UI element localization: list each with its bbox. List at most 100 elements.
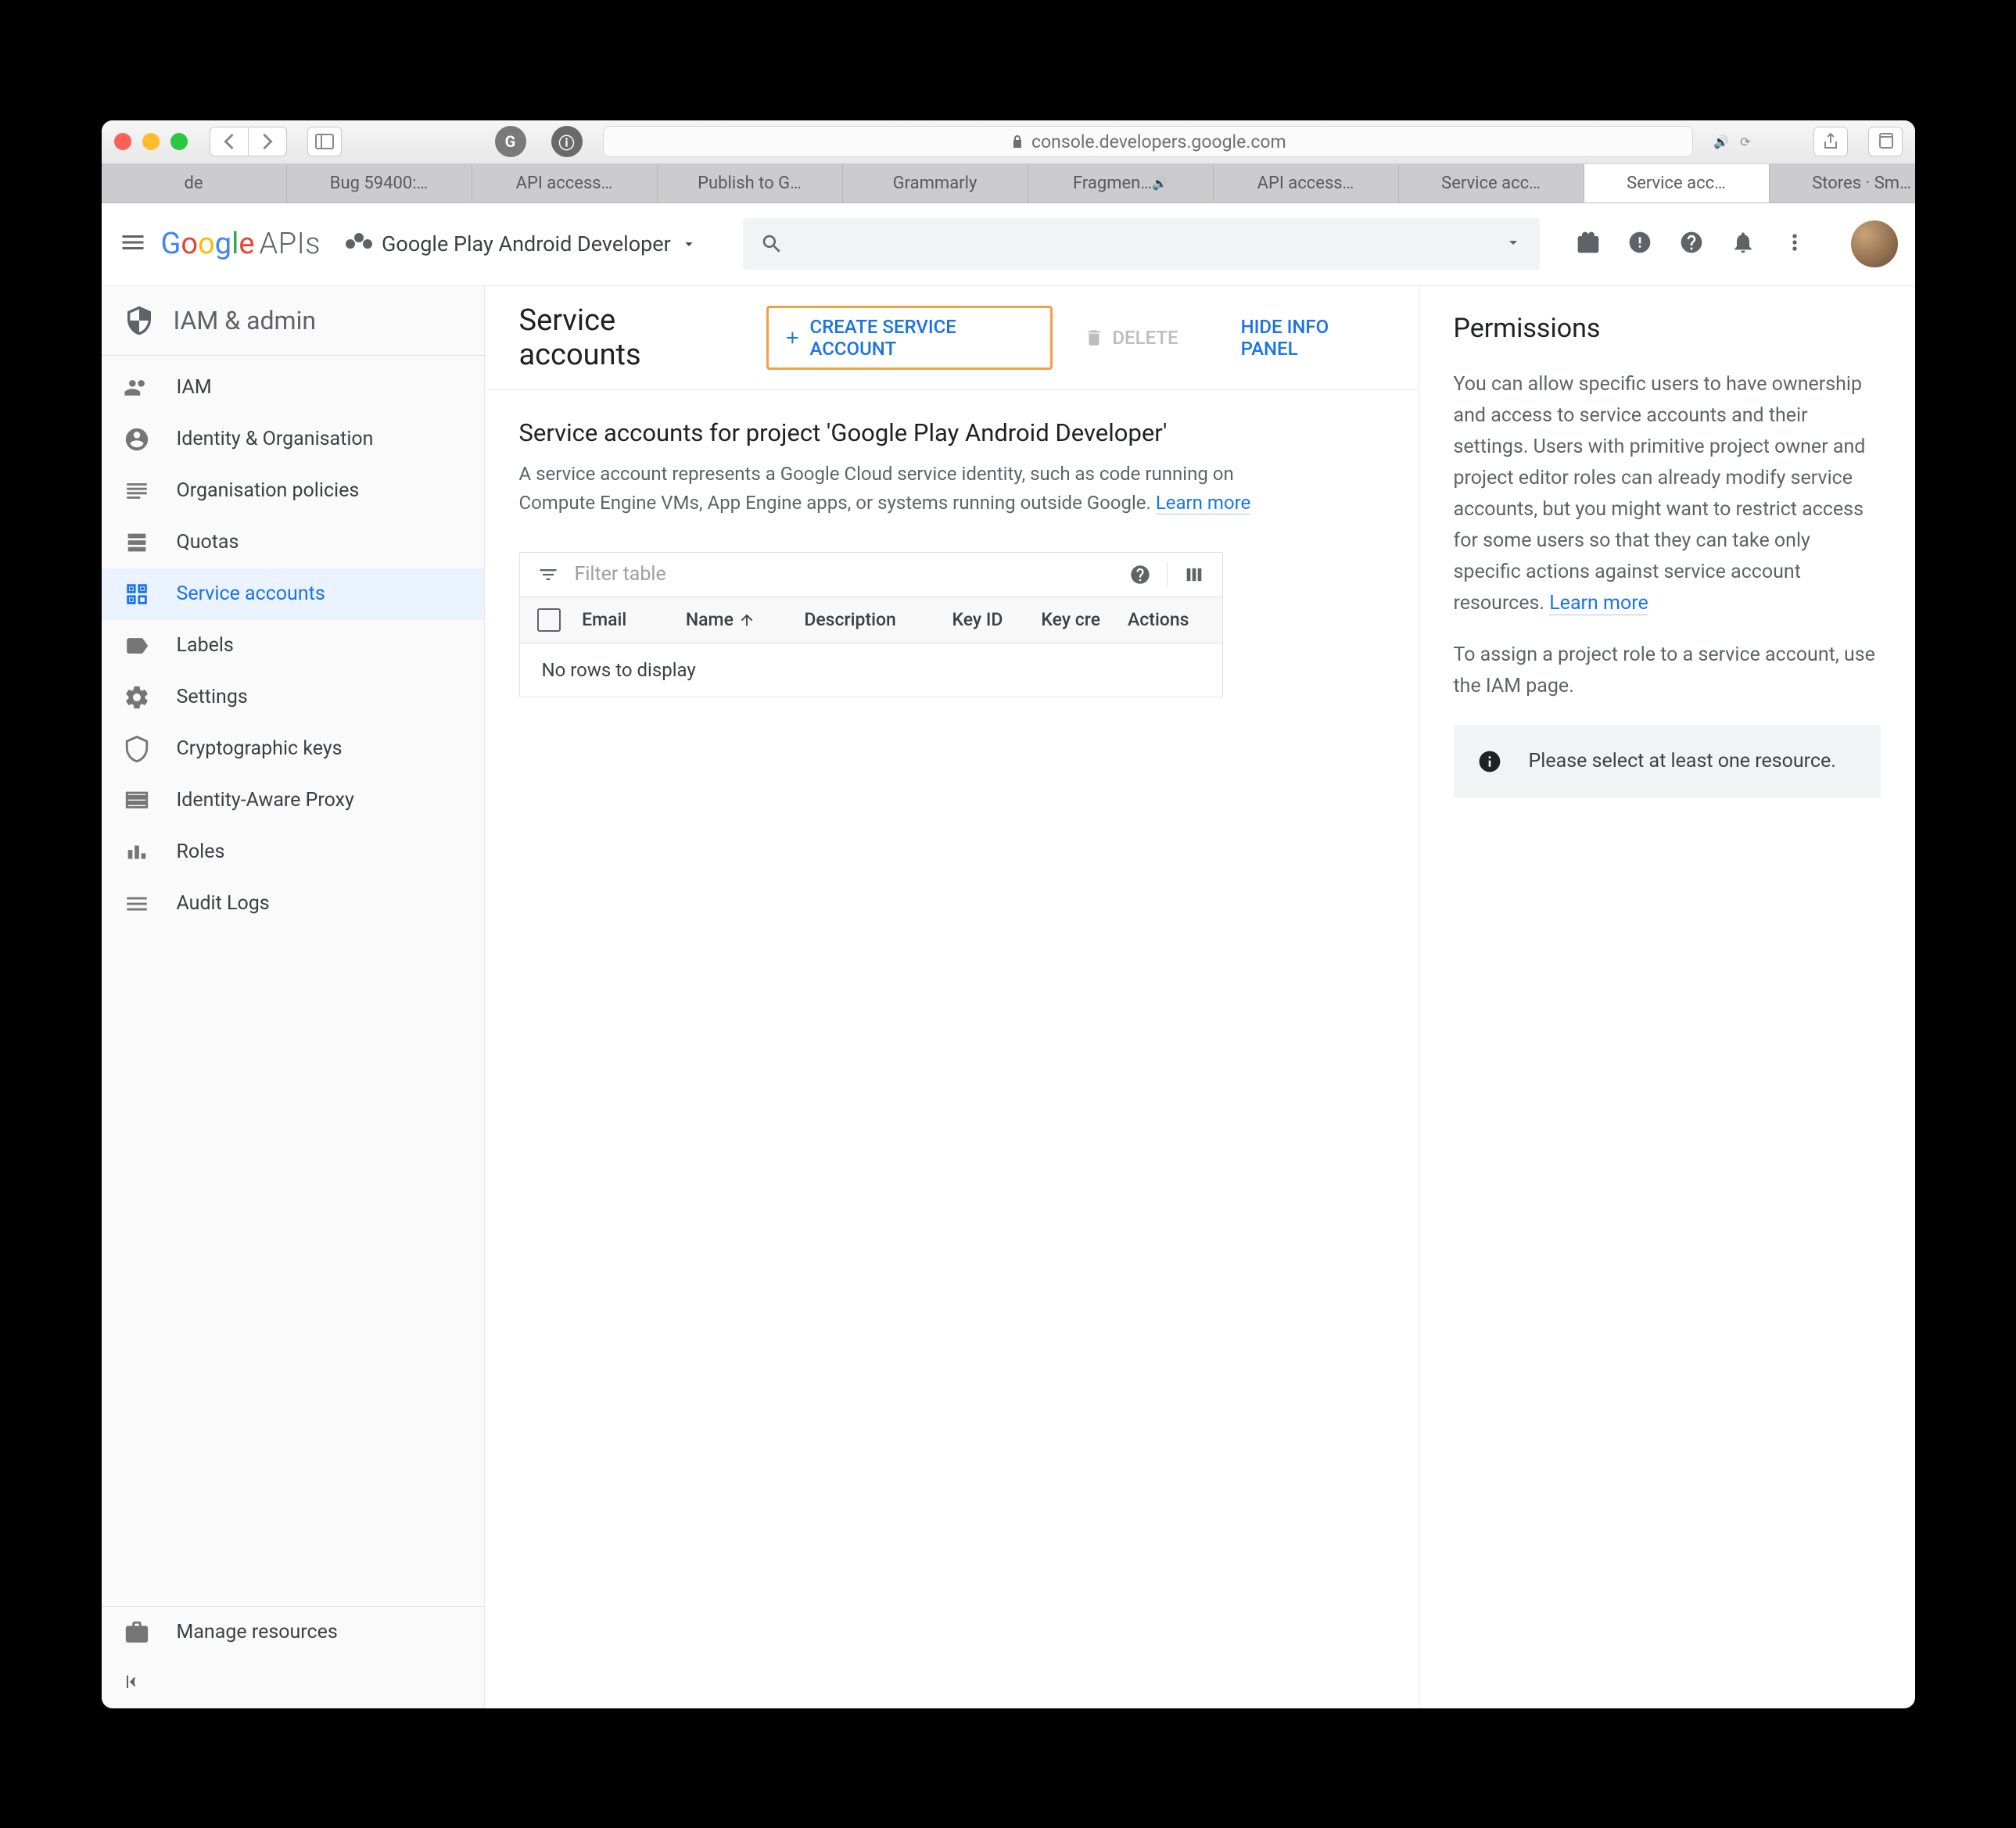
help-icon[interactable] [1679,230,1704,258]
info-panel: Permissions You can allow specific users… [1419,286,1915,1708]
sidebar-item-label: Audit Logs [177,892,270,915]
panel-learn-more-link[interactable]: Learn more [1549,592,1648,615]
avatar[interactable] [1851,220,1898,267]
browser-tab[interactable]: API access… [1214,164,1399,203]
browser-tab[interactable]: Bug 59400:… [287,164,472,203]
table-toolbar: Filter table [520,553,1222,597]
manage-resources-button[interactable]: Manage resources [102,1607,484,1658]
sidebar-item[interactable]: IAM [102,362,484,414]
forward-button[interactable] [248,127,287,156]
browser-tab[interactable]: Stores · Sm… [1770,164,1915,203]
url-text: console.developers.google.com [1031,131,1286,152]
select-all-checkbox[interactable] [537,608,561,632]
address-bar[interactable]: console.developers.google.com [603,126,1694,157]
sidebar-item[interactable]: Settings [102,672,484,723]
panel-text-2: To assign a project role to a service ac… [1454,640,1881,702]
app-header: Google APIs Google Play Android Develope… [102,203,1915,286]
project-selector[interactable]: Google Play Android Developer [346,231,698,256]
browser-tab[interactable]: Service acc… [1584,164,1770,203]
create-service-account-button[interactable]: CREATE SERVICE ACCOUNT [766,306,1053,370]
col-key-id[interactable]: Key ID [952,609,1041,630]
browser-tab[interactable]: Grammarly [843,164,1028,203]
create-button-label: CREATE SERVICE ACCOUNT [809,316,1036,360]
col-description[interactable]: Description [804,609,952,630]
sidebar-item-icon [124,684,150,711]
hide-info-panel-button[interactable]: HIDE INFO PANEL [1241,316,1384,360]
browser-tab[interactable]: Fragmen… 🔊 [1028,164,1214,203]
extension-button-1[interactable]: G [495,126,526,157]
browser-tab[interactable]: Publish to G… [658,164,843,203]
browser-tab[interactable]: de [102,164,287,203]
col-name[interactable]: Name [686,609,805,630]
browser-window: G ⓘ console.developers.google.com 🔊 ⟳ de… [102,120,1915,1708]
collapse-sidebar-button[interactable] [102,1658,484,1708]
shield-icon [124,305,155,336]
sidebar-item[interactable]: Roles [102,826,484,878]
columns-icon[interactable] [1183,564,1205,586]
sidebar-item[interactable]: Audit Logs [102,878,484,930]
search-dropdown-icon[interactable] [1504,233,1523,255]
learn-more-link[interactable]: Learn more [1156,492,1250,514]
sidebar-item-label: Service accounts [177,582,325,605]
notifications-icon[interactable] [1731,230,1756,258]
lock-icon [1010,134,1025,149]
sidebar-item-icon [124,736,150,762]
sidebar-item[interactable]: Identity & Organisation [102,414,484,465]
filter-input[interactable]: Filter table [575,563,1114,586]
gift-icon[interactable] [1576,230,1601,258]
filter-icon[interactable] [537,564,559,586]
table-help-icon[interactable] [1129,564,1151,586]
trash-icon [1084,328,1104,348]
sidebar-item[interactable]: Cryptographic keys [102,723,484,775]
sidebar: IAM & admin IAMIdentity & Organisation Or… [102,286,485,1708]
minimize-window-button[interactable] [142,133,160,150]
sidebar-item[interactable]: Quotas [102,517,484,568]
sidebar-item-label: Roles [177,841,225,863]
audio-icon[interactable]: 🔊 [1713,134,1729,149]
app-body: IAM & admin IAMIdentity & Organisation Or… [102,286,1915,1708]
col-actions: Actions [1123,609,1205,630]
project-icon [346,239,372,249]
delete-button-label: DELETE [1112,327,1178,349]
reload-button[interactable]: ⟳ [1740,134,1750,149]
share-button[interactable] [1813,127,1848,156]
window-controls [114,133,188,150]
sidebar-item-icon [124,375,150,401]
col-key-created[interactable]: Key cre [1041,609,1123,630]
sidebar-item-icon [124,581,150,608]
google-apis-logo[interactable]: Google APIs [161,227,321,261]
search-input[interactable] [743,218,1540,270]
sidebar-item-label: Organisation policies [177,479,360,502]
alert-icon[interactable] [1627,230,1652,258]
content-subtitle: Service accounts for project 'Google Pla… [519,418,1384,447]
extension-button-2[interactable]: ⓘ [551,126,583,157]
sidebar-item[interactable]: Service accounts [102,568,484,620]
sidebar-item[interactable]: Labels [102,620,484,672]
browser-tab[interactable]: API access… [472,164,658,203]
sidebar-toggle-button[interactable] [307,127,342,156]
menu-button[interactable] [119,228,147,260]
maximize-window-button[interactable] [170,133,188,150]
dropdown-icon [680,235,698,253]
briefcase-icon [124,1619,150,1646]
browser-tab[interactable]: Service acc… [1399,164,1584,203]
panel-text: You can allow specific users to have own… [1454,369,1881,619]
sidebar-title: IAM & admin [174,306,317,335]
sidebar-item-icon [124,839,150,866]
tabs-button[interactable] [1868,127,1903,156]
more-icon[interactable] [1782,230,1807,258]
back-button[interactable] [210,127,249,156]
titlebar: G ⓘ console.developers.google.com 🔊 ⟳ [102,120,1915,164]
col-email[interactable]: Email [582,609,686,630]
panel-notice: Please select at least one resource. [1454,726,1881,798]
close-window-button[interactable] [114,133,131,150]
nav-buttons [210,127,287,156]
table-empty-message: No rows to display [520,643,1222,697]
sidebar-item-icon [124,891,150,917]
sidebar-item-label: Settings [177,686,248,708]
sidebar-item[interactable]: Organisation policies [102,465,484,517]
sidebar-item-icon [124,529,150,556]
sidebar-item-icon [124,426,150,453]
sidebar-item[interactable]: Identity-Aware Proxy [102,775,484,826]
delete-button[interactable]: DELETE [1084,327,1178,349]
